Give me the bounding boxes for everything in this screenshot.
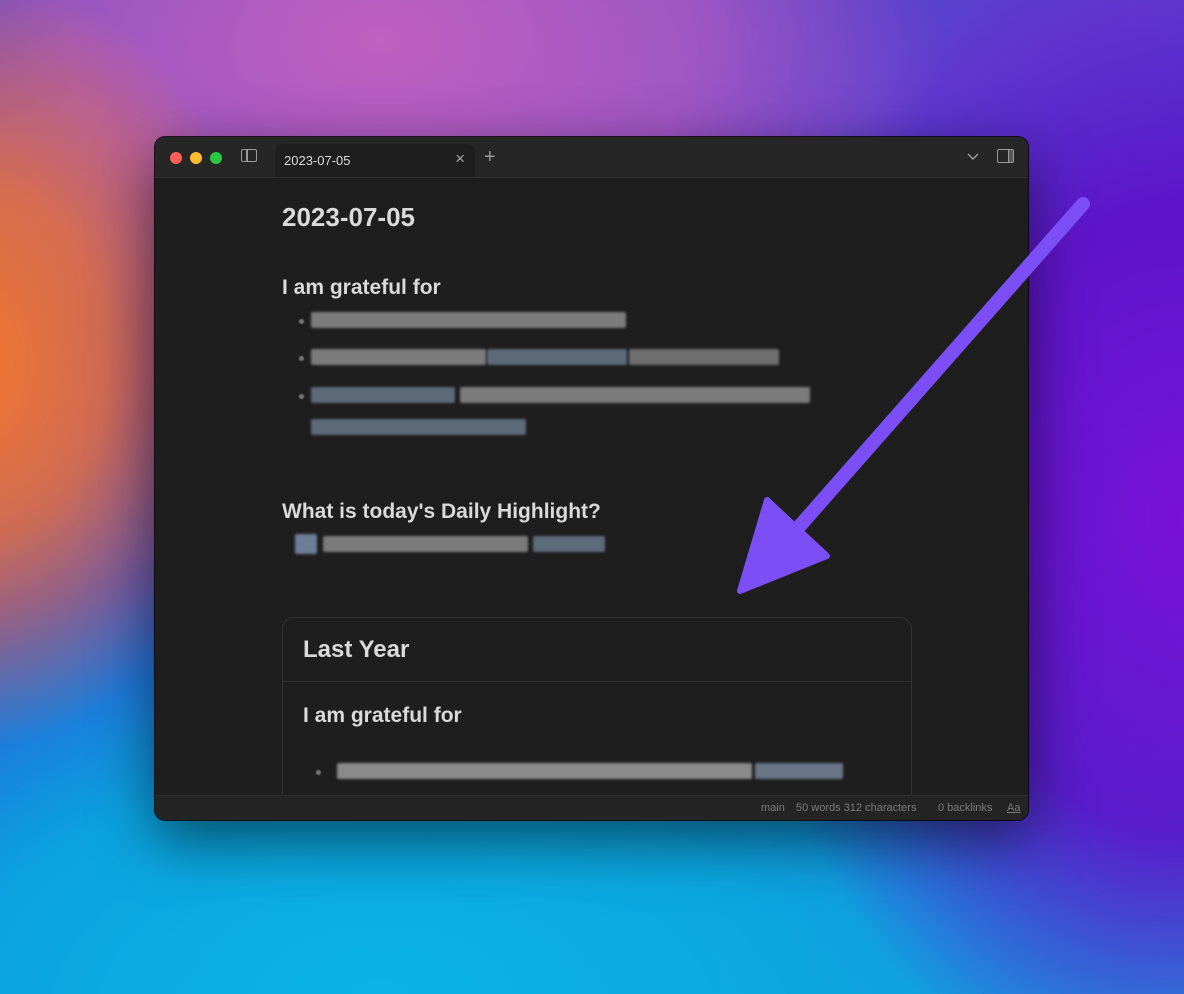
- arrow-annotation: [737, 197, 1090, 594]
